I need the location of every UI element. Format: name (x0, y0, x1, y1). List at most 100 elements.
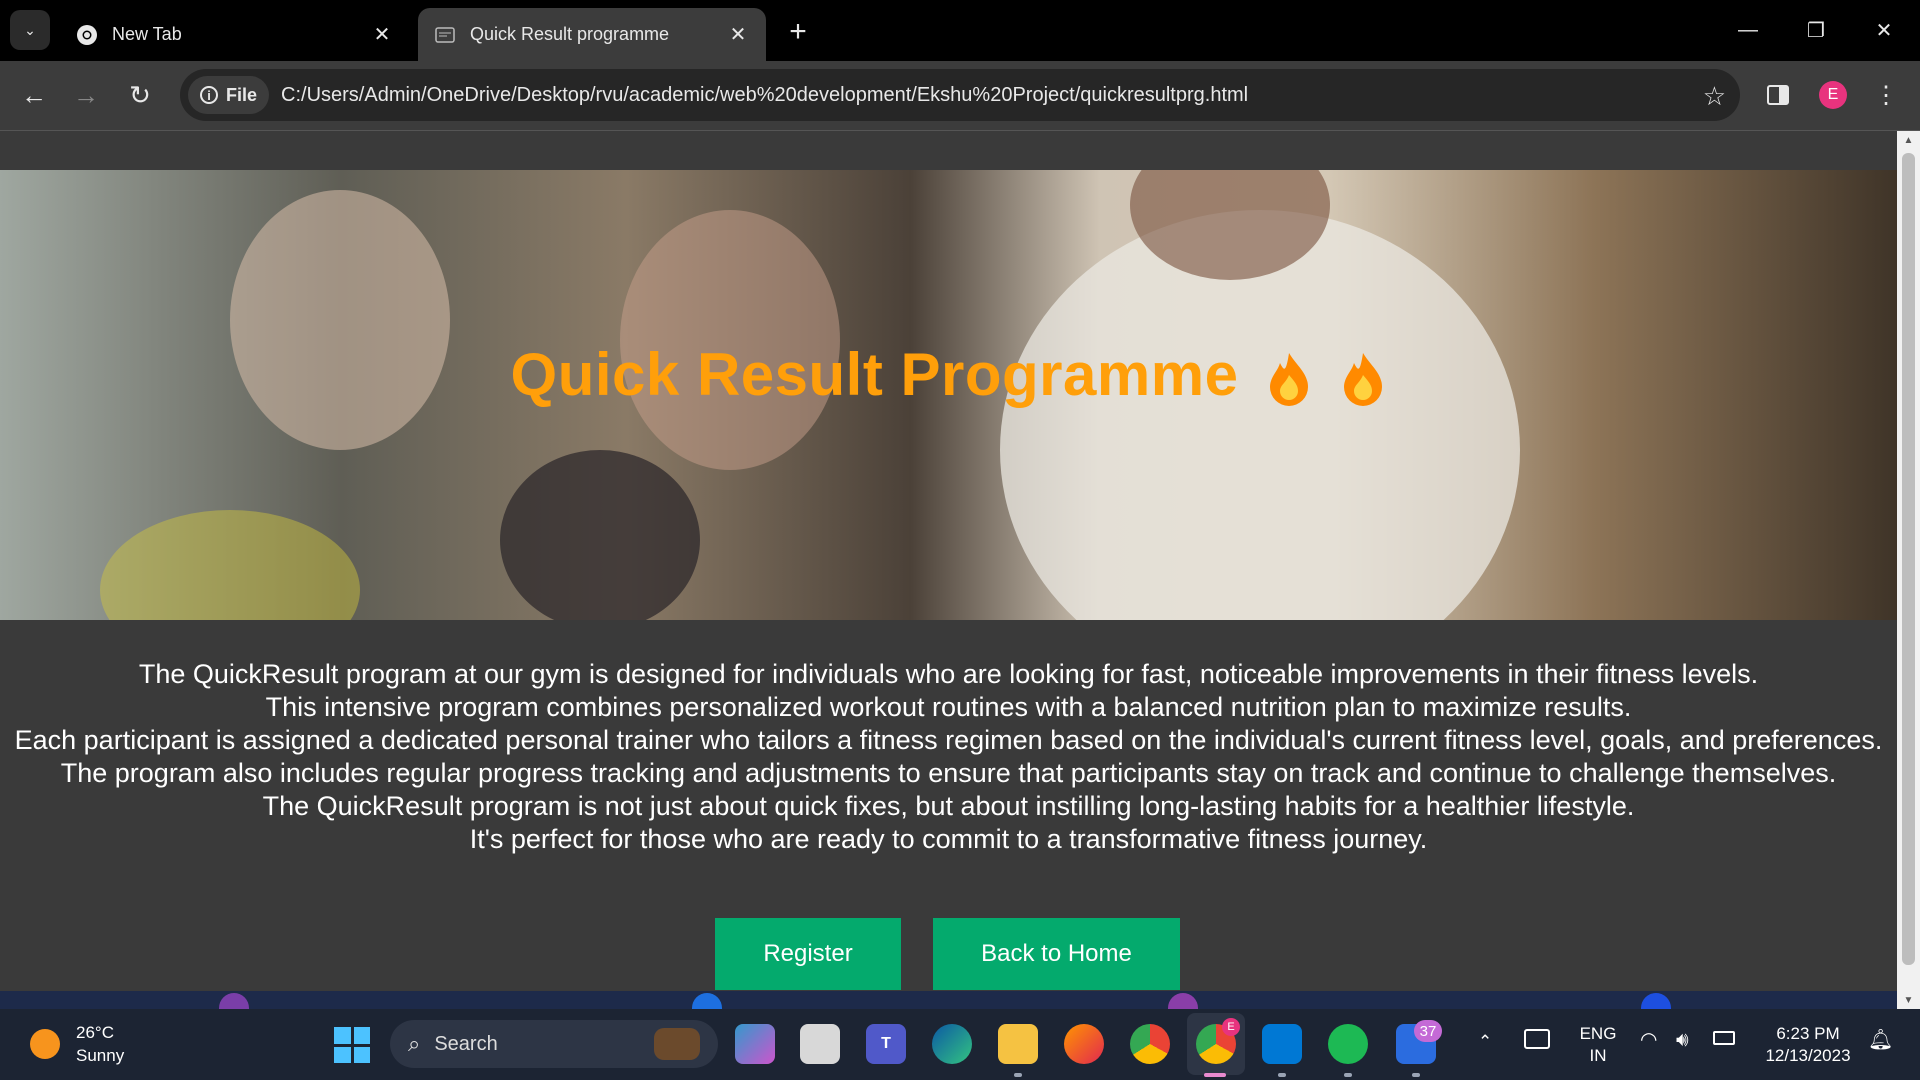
description-line: The QuickResult program is not just abou… (262, 791, 1635, 821)
teams-icon[interactable]: T (866, 1024, 906, 1064)
description-line: The QuickResult program at our gym is de… (138, 659, 1759, 689)
site-info-chip[interactable]: i File (188, 76, 270, 114)
task-view-icon[interactable] (800, 1024, 840, 1064)
footer (0, 991, 1897, 1009)
register-button[interactable]: Register (715, 918, 901, 990)
vscode-icon[interactable] (1262, 1024, 1302, 1064)
avatar: E (1819, 81, 1847, 109)
spotify-icon[interactable] (1328, 1024, 1368, 1064)
wifi-icon[interactable]: ◠ (1640, 1029, 1657, 1051)
program-description: The QuickResult program at our gym is de… (0, 658, 1897, 856)
page-viewport: Quick Result Programme The QuickResult p… (0, 131, 1897, 1009)
description-line: Each participant is assigned a dedicated… (14, 725, 1883, 755)
chrome-profile-badge: E (1222, 1018, 1240, 1036)
close-window-button[interactable]: ✕ (1854, 10, 1914, 50)
chrome-icon (76, 24, 98, 46)
taskbar: 26°C Sunny ⌕ Search T E 37 ⌃ ENG IN ◠ 🔊︎… (0, 1009, 1920, 1080)
windows-logo-icon (353, 1046, 370, 1063)
language-label: ENG (1579, 1024, 1617, 1043)
info-icon: i (200, 86, 218, 104)
windows-logo-icon (334, 1027, 351, 1044)
minimize-icon: — (1738, 18, 1758, 41)
firefox-icon[interactable] (1064, 1024, 1104, 1064)
file-explorer-icon[interactable] (998, 1024, 1038, 1064)
reload-button[interactable]: ↻ (120, 75, 160, 115)
close-icon: ✕ (1875, 19, 1893, 42)
weather-desc: Sunny (76, 1046, 125, 1065)
address-bar[interactable]: i File C:/Users/Admin/OneDrive/Desktop/r… (180, 69, 1740, 121)
chrome-icon[interactable] (1130, 1024, 1170, 1064)
clock[interactable]: 6:23 PM 12/13/2023 (1760, 1023, 1856, 1067)
taskbar-search[interactable]: ⌕ Search (390, 1020, 718, 1068)
bison-icon (654, 1028, 700, 1060)
reload-icon: ↻ (129, 79, 151, 110)
clock-time: 6:23 PM (1776, 1024, 1840, 1043)
windows-logo-icon (353, 1027, 370, 1044)
hero-photo-shape (100, 510, 360, 620)
description-line: This intensive program combines personal… (265, 692, 1632, 722)
active-indicator (1204, 1073, 1226, 1077)
restore-icon: ❐ (1807, 19, 1825, 42)
close-icon[interactable]: ✕ (726, 23, 750, 47)
battery-icon[interactable] (1713, 1031, 1735, 1045)
arrow-right-icon: → (73, 79, 99, 110)
keyboard-icon[interactable] (1524, 1029, 1550, 1049)
page-title-text: Quick Result Programme (510, 341, 1239, 408)
back-button[interactable]: ← (14, 75, 54, 115)
search-icon: ⌕ (408, 1031, 421, 1056)
tab-quick-result[interactable]: Quick Result programme ✕ (418, 8, 766, 61)
description-line: It's perfect for those who are ready to … (469, 824, 1428, 854)
scroll-down-icon[interactable]: ▼ (1897, 991, 1920, 1009)
region-label: IN (1589, 1046, 1607, 1065)
description-line: The program also includes regular progre… (60, 758, 1837, 788)
search-placeholder: Search (434, 1032, 498, 1055)
menu-button[interactable]: ⋮ (1866, 75, 1906, 115)
browser-toolbar: ← → ↻ i File C:/Users/Admin/OneDrive/Des… (0, 61, 1920, 131)
back-to-home-button[interactable]: Back to Home (933, 918, 1180, 990)
restore-button[interactable]: ❐ (1786, 10, 1846, 50)
page-title: Quick Result Programme (0, 340, 1897, 409)
copilot-icon[interactable] (735, 1024, 775, 1064)
chevron-up-icon[interactable]: ⌃ (1478, 1031, 1492, 1053)
notification-bell-icon[interactable]: 🔔︎ (1868, 1029, 1893, 1051)
url-text[interactable]: C:/Users/Admin/OneDrive/Desktop/rvu/acad… (281, 84, 1248, 107)
scroll-up-icon[interactable]: ▲ (1897, 131, 1920, 149)
new-tab-button[interactable]: + (780, 14, 816, 50)
tab-title: New Tab (112, 24, 182, 44)
page-scrollbar[interactable]: ▲ ▼ (1897, 131, 1920, 1009)
tab-new-tab[interactable]: New Tab ✕ (60, 8, 410, 61)
side-panel-button[interactable] (1758, 75, 1798, 115)
forward-button[interactable]: → (66, 75, 106, 115)
bookmark-star-icon[interactable]: ☆ (1703, 81, 1726, 112)
language-indicator[interactable]: ENG IN (1578, 1023, 1618, 1067)
start-button[interactable] (334, 1027, 370, 1063)
running-indicator (1014, 1073, 1022, 1077)
running-indicator (1278, 1073, 1286, 1077)
browser-tab-bar: ⌄ New Tab ✕ Quick Result programme ✕ + —… (0, 0, 1920, 61)
volume-icon[interactable]: 🔊︎ (1676, 1029, 1689, 1051)
clock-date: 12/13/2023 (1765, 1046, 1851, 1065)
windows-logo-icon (334, 1046, 351, 1063)
sun-icon (30, 1029, 60, 1059)
page-icon (434, 24, 456, 46)
hero-photo-shape (230, 190, 450, 450)
weather-temp: 26°C (76, 1023, 114, 1042)
minimize-button[interactable]: — (1718, 10, 1778, 50)
plus-icon: + (789, 15, 807, 48)
hero-banner: Quick Result Programme (0, 170, 1897, 620)
chevron-down-icon: ⌄ (24, 21, 36, 38)
scheme-label: File (226, 84, 258, 105)
notification-badge: 37 (1414, 1020, 1442, 1042)
tab-search-button[interactable]: ⌄ (10, 10, 50, 50)
tab-title: Quick Result programme (470, 24, 670, 44)
edge-icon[interactable] (932, 1024, 972, 1064)
profile-button[interactable]: E (1813, 75, 1853, 115)
close-icon[interactable]: ✕ (370, 23, 394, 47)
weather-widget[interactable]: 26°C Sunny (30, 1021, 124, 1067)
hero-photo-shape (500, 450, 700, 620)
side-panel-icon (1767, 85, 1789, 105)
more-vertical-icon: ⋮ (1874, 81, 1898, 109)
scrollbar-thumb[interactable] (1902, 153, 1915, 965)
fire-icon (1340, 351, 1386, 407)
running-indicator (1344, 1073, 1352, 1077)
